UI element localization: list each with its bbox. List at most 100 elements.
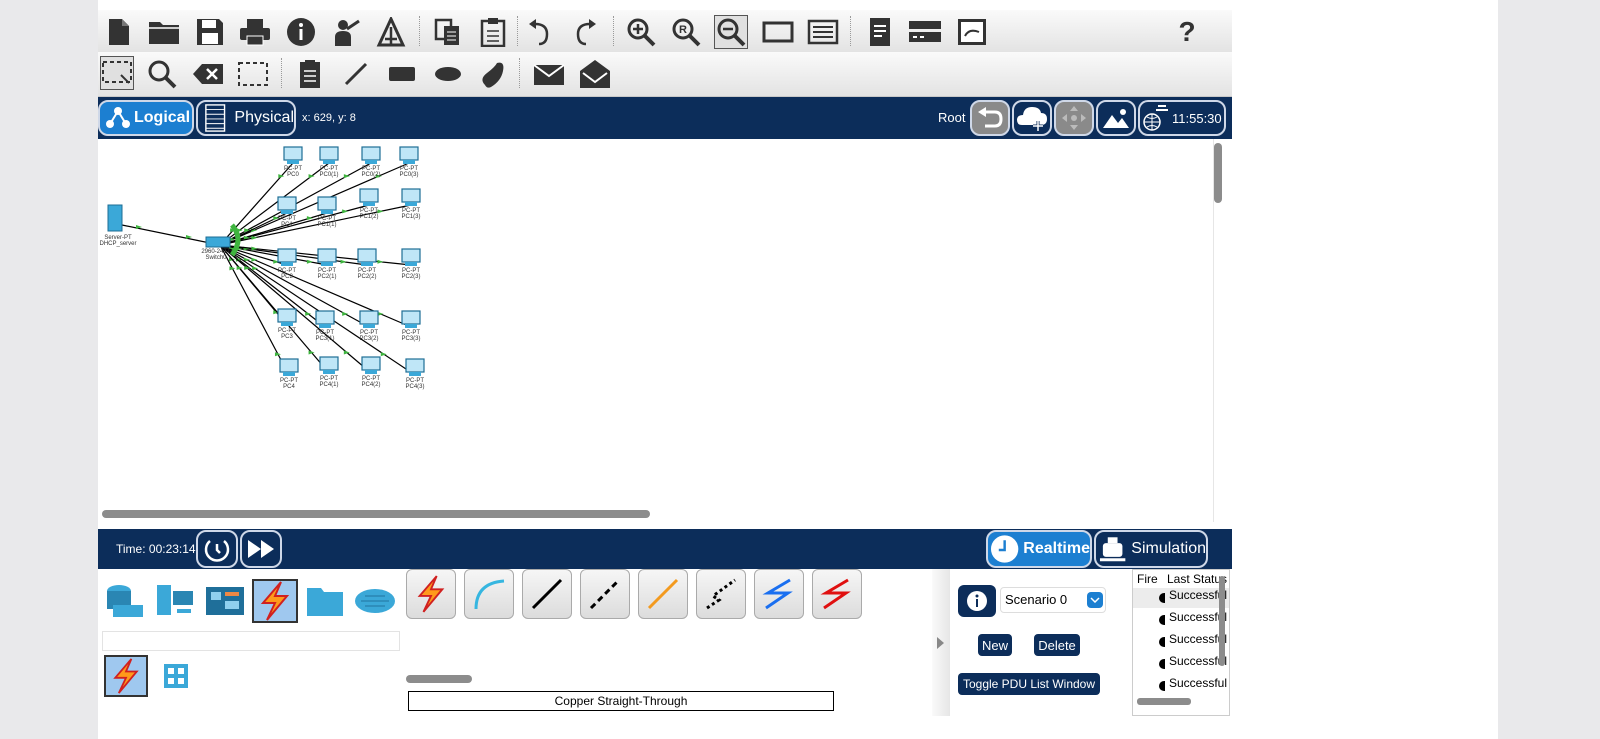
pc-node[interactable]: PC-PTPC3(1) [315, 310, 335, 342]
help-icon[interactable]: ? [1170, 15, 1204, 49]
pc-node[interactable]: PC-PTPC0(1) [319, 146, 339, 178]
delete-tool-icon[interactable] [191, 57, 225, 91]
pc-monitor-icon [401, 310, 421, 325]
cable-strip-scrollbar[interactable] [406, 675, 472, 683]
scenario-select[interactable]: Scenario 0 [1000, 587, 1106, 613]
end-devices-icon[interactable] [152, 579, 198, 623]
toggle-pdu-list-button[interactable]: Toggle PDU List Window [958, 673, 1100, 695]
realtime-mode-button[interactable]: Realtime [986, 530, 1092, 568]
network-devices-icon[interactable] [102, 579, 148, 623]
zoom-reset-icon[interactable]: R [669, 15, 703, 49]
pdu-list-row[interactable]: SuccessfulPC0(1) [1133, 654, 1229, 674]
inspect-tool-icon[interactable] [145, 57, 179, 91]
simulation-mode-button[interactable]: Simulation [1094, 530, 1208, 568]
vertical-scrollbar[interactable] [1214, 143, 1222, 203]
pc-name-label: PC1 [281, 222, 293, 228]
pdu-list-vertical-scrollbar[interactable] [1219, 576, 1225, 666]
horizontal-scrollbar[interactable] [102, 510, 650, 518]
structured-cabling-icon[interactable] [154, 655, 198, 697]
pc-node[interactable]: PC-PTPC4(2) [361, 356, 381, 388]
multiuser-connection-icon[interactable] [352, 579, 398, 623]
draw-ellipse-icon[interactable] [431, 57, 465, 91]
pc-monitor-icon [319, 146, 339, 161]
redo-icon[interactable] [568, 15, 602, 49]
copy-icon[interactable] [431, 15, 465, 49]
back-icon[interactable] [970, 100, 1010, 136]
pdu-list-row[interactable]: SuccessfulPC0 [1133, 676, 1229, 696]
pc-node[interactable]: PC-PTPC0(3) [399, 146, 419, 178]
zoom-out-icon[interactable] [714, 15, 748, 49]
fiber-cable-icon[interactable] [638, 569, 688, 619]
new-scenario-button[interactable]: New [978, 634, 1012, 656]
connections-icon[interactable] [252, 579, 298, 623]
coaxial-cable-icon[interactable] [754, 569, 804, 619]
activity-wizard-icon[interactable] [329, 15, 363, 49]
set-background-icon[interactable] [1096, 100, 1136, 136]
complex-pdu-icon[interactable] [578, 57, 612, 91]
pdu-list-row[interactable]: SuccessfulDHC… [1133, 610, 1229, 630]
draw-line-icon[interactable] [339, 57, 373, 91]
pdu-list-row[interactable]: SuccessfulDHC… [1133, 588, 1229, 608]
pdu-list-row[interactable]: SuccessfulDHC… [1133, 632, 1229, 652]
save-icon[interactable] [193, 15, 227, 49]
pc-node[interactable]: PC-PTPC2(1) [317, 248, 337, 280]
open-folder-icon[interactable] [147, 15, 181, 49]
miscellaneous-icon[interactable] [302, 579, 348, 623]
device-icon[interactable] [908, 15, 942, 49]
pc-node[interactable]: PC-PTPC3(2) [359, 310, 379, 342]
panel-divider[interactable] [932, 569, 950, 716]
new-cluster-icon[interactable] [1012, 100, 1052, 136]
print-icon[interactable] [238, 15, 272, 49]
tab-logical[interactable]: Logical [98, 100, 194, 136]
freeform-icon[interactable] [476, 57, 510, 91]
resize-tool-icon[interactable] [236, 57, 270, 91]
viewport-clock[interactable]: 11:55:30 [1138, 100, 1226, 136]
fast-forward-icon[interactable] [240, 530, 282, 568]
pc-node[interactable]: PC-PTPC1(3) [401, 188, 421, 220]
pc-node[interactable]: PC-PTPC4(1) [319, 356, 339, 388]
pc-node[interactable]: PC-PTPC0 [283, 146, 303, 178]
pdu-list: FireLast StatusSourceDes SuccessfulDHC…S… [1132, 569, 1230, 716]
pc-node[interactable]: PC-PTPC2 [277, 248, 297, 280]
notes-icon[interactable] [863, 15, 897, 49]
console-cable-icon[interactable] [464, 569, 514, 619]
logical-workspace-canvas[interactable]: Server-PT DHCP_server 2960-24TT Switch0 PC-P… [98, 139, 1232, 522]
custom-device-icon[interactable] [374, 15, 408, 49]
simple-pdu-icon[interactable] [532, 57, 566, 91]
automatic-connection-icon[interactable] [406, 569, 456, 619]
pc-node[interactable]: PC-PTPC3 [277, 308, 297, 340]
copper-cross-over-icon[interactable] [580, 569, 630, 619]
copper-straight-through-icon[interactable] [522, 569, 572, 619]
connections-subtype-icon[interactable] [104, 655, 148, 697]
new-file-icon[interactable] [102, 15, 136, 49]
scenario-select-value: Scenario 0 [1005, 592, 1068, 607]
pc-node[interactable]: PC-PTPC3(3) [401, 310, 421, 342]
zoom-in-icon[interactable] [624, 15, 658, 49]
switch-icon[interactable] [205, 236, 231, 248]
pc-node[interactable]: PC-PTPC0(2) [361, 146, 381, 178]
server-icon [107, 204, 123, 232]
power-cycle-icon[interactable] [196, 530, 238, 568]
viewport-icon[interactable] [955, 15, 989, 49]
place-note-icon[interactable] [293, 57, 327, 91]
pc-node[interactable]: PC-PTPC4(3) [405, 358, 425, 390]
custom-devices-dialog-icon[interactable] [806, 15, 840, 49]
pc-node[interactable]: PC-PTPC1(2) [359, 188, 379, 220]
pdu-column-header[interactable]: Fire [1137, 572, 1158, 586]
pdu-list-horizontal-scrollbar[interactable] [1137, 698, 1191, 705]
scenario-info-icon[interactable] [958, 585, 996, 617]
delete-scenario-button[interactable]: Delete [1034, 634, 1080, 656]
drawing-palette-icon[interactable] [761, 15, 795, 49]
components-icon[interactable] [202, 579, 248, 623]
pc-node[interactable]: PC-PTPC1(1) [317, 196, 337, 228]
pc-node[interactable]: PC-PTPC4 [279, 358, 299, 390]
draw-rectangle-icon[interactable] [385, 57, 419, 91]
tab-physical[interactable]: Physical [196, 100, 296, 136]
info-icon[interactable] [284, 15, 318, 49]
undo-icon[interactable] [523, 15, 557, 49]
select-tool-icon[interactable] [100, 56, 134, 90]
paste-icon[interactable] [476, 15, 510, 49]
phone-cable-icon[interactable] [696, 569, 746, 619]
serial-dce-cable-icon[interactable] [812, 569, 862, 619]
move-object-icon[interactable] [1054, 100, 1094, 136]
